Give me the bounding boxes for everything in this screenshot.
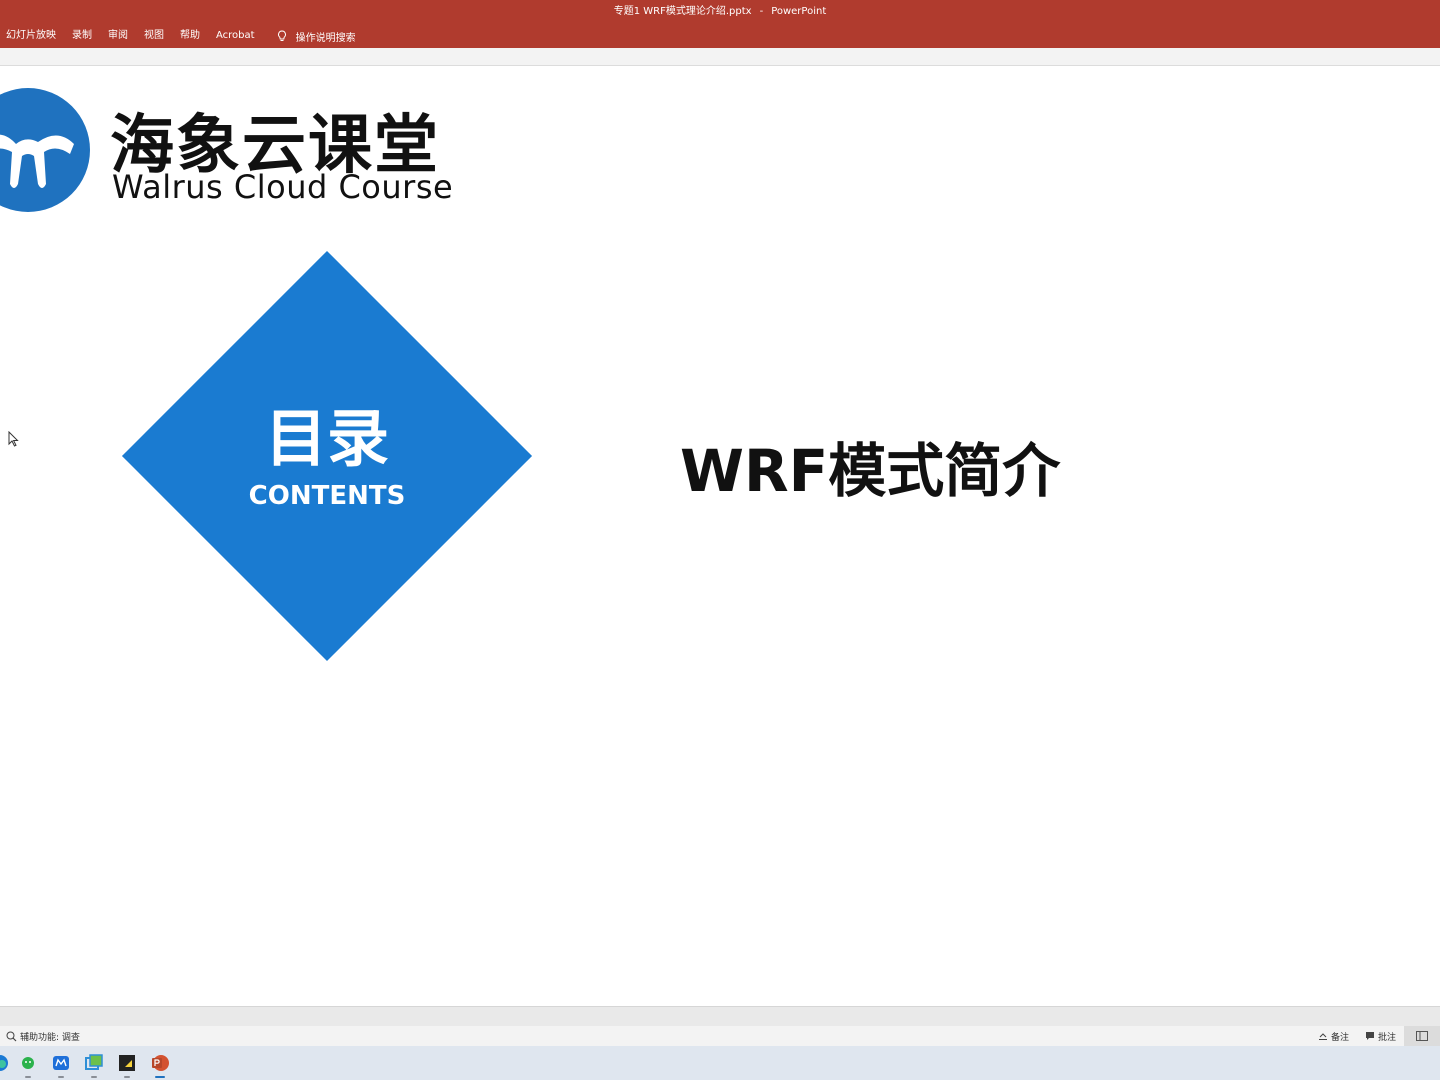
sticky-notes-logo xyxy=(119,1055,135,1071)
accessibility-label: 辅助功能: 调查 xyxy=(20,1032,80,1043)
notes-pane-divider[interactable] xyxy=(0,1006,1440,1026)
app-name: PowerPoint xyxy=(771,6,827,17)
tab-view[interactable]: 视图 xyxy=(137,24,173,48)
notes-label: 备注 xyxy=(1330,1032,1349,1043)
brand-name-english: Walrus Cloud Course xyxy=(112,168,454,206)
sticky-notes-running-indicator xyxy=(124,1076,130,1078)
remote-desktop-logo xyxy=(85,1054,103,1070)
wechat-logo xyxy=(22,1057,34,1069)
normal-view-icon xyxy=(1416,1031,1428,1041)
remote-desktop-running-indicator xyxy=(91,1076,97,1078)
notes-button[interactable]: 备注 xyxy=(1310,1030,1357,1043)
title-separator: - xyxy=(759,6,764,17)
tab-help[interactable]: 帮助 xyxy=(173,24,209,48)
edge-icon[interactable] xyxy=(0,1053,10,1073)
normal-view-button[interactable] xyxy=(1404,1026,1440,1046)
lightbulb-icon xyxy=(277,30,286,41)
accessibility-icon xyxy=(6,1031,17,1041)
powerpoint-active-indicator xyxy=(155,1076,165,1078)
comments-label: 批注 xyxy=(1377,1032,1396,1043)
ribbon-tab-bar: 幻灯片放映 录制 审阅 视图 帮助 Acrobat 操作说明搜索 xyxy=(0,24,1440,48)
contents-heading-english: CONTENTS xyxy=(248,481,406,511)
walrus-face-icon xyxy=(0,134,74,188)
tell-me-search-label: 操作说明搜索 xyxy=(295,32,356,44)
comment-icon xyxy=(1365,1032,1374,1040)
sticky-notes-icon[interactable] xyxy=(117,1053,137,1078)
windows-taskbar xyxy=(0,1046,1440,1080)
status-bar: 辅助功能: 调查 备注 批注 xyxy=(0,1026,1440,1046)
wechat-running-indicator xyxy=(25,1076,31,1078)
mail-logo xyxy=(53,1056,69,1070)
powerpoint-icon[interactable] xyxy=(150,1053,170,1078)
wechat-icon[interactable] xyxy=(18,1053,38,1078)
remote-desktop-icon[interactable] xyxy=(84,1053,104,1078)
comments-button[interactable]: 批注 xyxy=(1357,1030,1404,1043)
ribbon-collapsed-strip xyxy=(0,48,1440,66)
title-bar: 专题1 WRF模式理论介绍.pptx - PowerPoint xyxy=(0,0,1440,24)
walrus-logo xyxy=(0,88,90,212)
tab-review[interactable]: 审阅 xyxy=(101,24,137,48)
edge-logo xyxy=(0,1055,8,1071)
powerpoint-logo xyxy=(152,1055,169,1071)
mail-running-indicator xyxy=(58,1076,64,1078)
contents-heading-chinese: 目录 xyxy=(264,402,389,475)
accessibility-checker[interactable]: 辅助功能: 调查 xyxy=(0,1030,80,1043)
tab-slideshow[interactable]: 幻灯片放映 xyxy=(0,24,65,48)
tab-acrobat[interactable]: Acrobat xyxy=(209,24,264,48)
tell-me-search[interactable]: 操作说明搜索 xyxy=(276,29,356,44)
document-title: 专题1 WRF模式理论介绍.pptx xyxy=(613,6,752,17)
section-title: WRF模式简介 xyxy=(680,437,1061,505)
mouse-pointer-icon xyxy=(8,431,19,447)
tab-record[interactable]: 录制 xyxy=(65,24,101,48)
mail-icon[interactable] xyxy=(51,1053,71,1078)
status-bar-right: 备注 批注 xyxy=(1310,1026,1440,1046)
contents-diamond-text: 目录 CONTENTS xyxy=(122,252,532,662)
notes-icon xyxy=(1318,1033,1327,1040)
slide-canvas[interactable]: 海象云课堂 Walrus Cloud Course 目录 CONTENTS WR… xyxy=(0,66,1440,1006)
